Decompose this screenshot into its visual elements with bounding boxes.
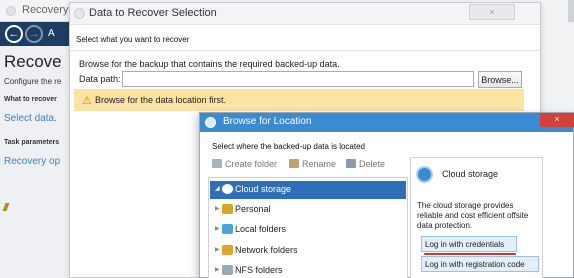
recover-dialog-title: Data to Recover Selection [89, 7, 217, 19]
tree-item-personal[interactable]: ▶ Personal [210, 201, 406, 219]
location-info-panel: Cloud storage The cloud storage provides… [410, 157, 543, 278]
browse-dialog-icon [205, 117, 216, 128]
browse-for-location-dialog: Browse for Location × Select where the b… [199, 112, 574, 278]
app-icon [6, 6, 16, 16]
collapsed-arrow-icon[interactable]: ▶ [215, 266, 220, 273]
login-credentials-button[interactable]: Log in with credentials [421, 236, 517, 252]
info-description: The cloud storage provides reliable and … [417, 201, 529, 230]
local-folders-icon [222, 224, 233, 234]
tree-item-label: Cloud storage [235, 184, 292, 194]
task-parameters-label: Task parameters [4, 139, 60, 146]
recovery-options-link[interactable]: Recovery op [4, 156, 60, 167]
warning-banner: ⚠ Browse for the data location first. [74, 89, 524, 111]
warning-text: Browse for the data location first. [95, 95, 227, 105]
recover-dialog-titlebar: Data to Recover Selection × [70, 3, 540, 25]
annotation-underline [424, 253, 516, 255]
tree-item-label: Personal [235, 204, 271, 214]
data-path-input[interactable] [122, 71, 474, 87]
select-data-link[interactable]: Select data. [4, 113, 57, 124]
delete-label: Delete [359, 159, 386, 169]
create-folder-button[interactable]: Create folder [212, 159, 277, 169]
create-folder-icon [212, 159, 222, 168]
dialog-app-icon [74, 8, 85, 19]
tree-item-local-folders[interactable]: ▶ Local folders [210, 221, 406, 239]
cloud-storage-icon [416, 166, 433, 183]
collapsed-arrow-icon[interactable]: ▶ [215, 225, 220, 232]
configure-text: Configure the re [4, 77, 62, 86]
browse-prompt: Select where the backed-up data is locat… [212, 142, 365, 151]
tree-item-label: Local folders [235, 224, 287, 234]
mouse-pointer [2, 203, 10, 211]
nfs-folders-icon [222, 265, 233, 275]
collapsed-arrow-icon[interactable]: ▶ [215, 205, 220, 212]
tree-item-nfs-folders[interactable]: ▶ NFS folders [210, 262, 406, 278]
tree-item-network-folders[interactable]: ▶ Network folders [210, 242, 406, 260]
tree-item-cloud-storage[interactable]: ◢ Cloud storage [210, 181, 406, 199]
close-icon[interactable]: × [540, 113, 574, 127]
personal-folder-icon [222, 204, 233, 214]
rename-icon [289, 159, 299, 168]
collapsed-arrow-icon[interactable]: ▶ [215, 246, 220, 253]
login-registration-button[interactable]: Log in with registration code [421, 256, 539, 272]
divider [70, 50, 540, 51]
cloud-icon [222, 184, 233, 194]
back-arrow-icon[interactable]: ← [5, 25, 23, 43]
network-folders-icon [222, 245, 233, 255]
browse-dialog-title: Browse for Location [223, 116, 312, 127]
browse-button[interactable]: Browse... [478, 71, 522, 88]
location-tree: ◢ Cloud storage ▶ Personal ▶ Local folde… [208, 177, 408, 278]
warning-icon: ⚠ [82, 95, 92, 107]
browse-hint-text: Browse for the backup that contains the … [79, 59, 340, 69]
page-heading: Recove [4, 52, 62, 71]
tree-item-label: NFS folders [235, 265, 283, 275]
tree-item-label: Network folders [235, 245, 298, 255]
forward-arrow-icon[interactable]: → [25, 25, 43, 43]
background-scroll-edge [568, 0, 574, 22]
data-path-label: Data path: [79, 74, 121, 84]
close-icon[interactable]: × [469, 4, 515, 20]
expanded-arrow-icon[interactable]: ◢ [215, 185, 220, 192]
rename-button[interactable]: Rename [289, 159, 336, 169]
create-folder-label: Create folder [225, 159, 278, 169]
rename-label: Rename [302, 159, 337, 169]
what-to-recover-label: What to recover [4, 96, 57, 103]
navbar-partial-text: A [48, 28, 55, 39]
delete-button[interactable]: Delete [346, 159, 385, 169]
delete-icon [346, 159, 356, 168]
browse-dialog-titlebar: Browse for Location × [200, 113, 574, 132]
recover-instruction: Select what you want to recover [76, 35, 190, 44]
background-window-title: Recovery [22, 4, 69, 16]
info-title: Cloud storage [442, 169, 499, 179]
